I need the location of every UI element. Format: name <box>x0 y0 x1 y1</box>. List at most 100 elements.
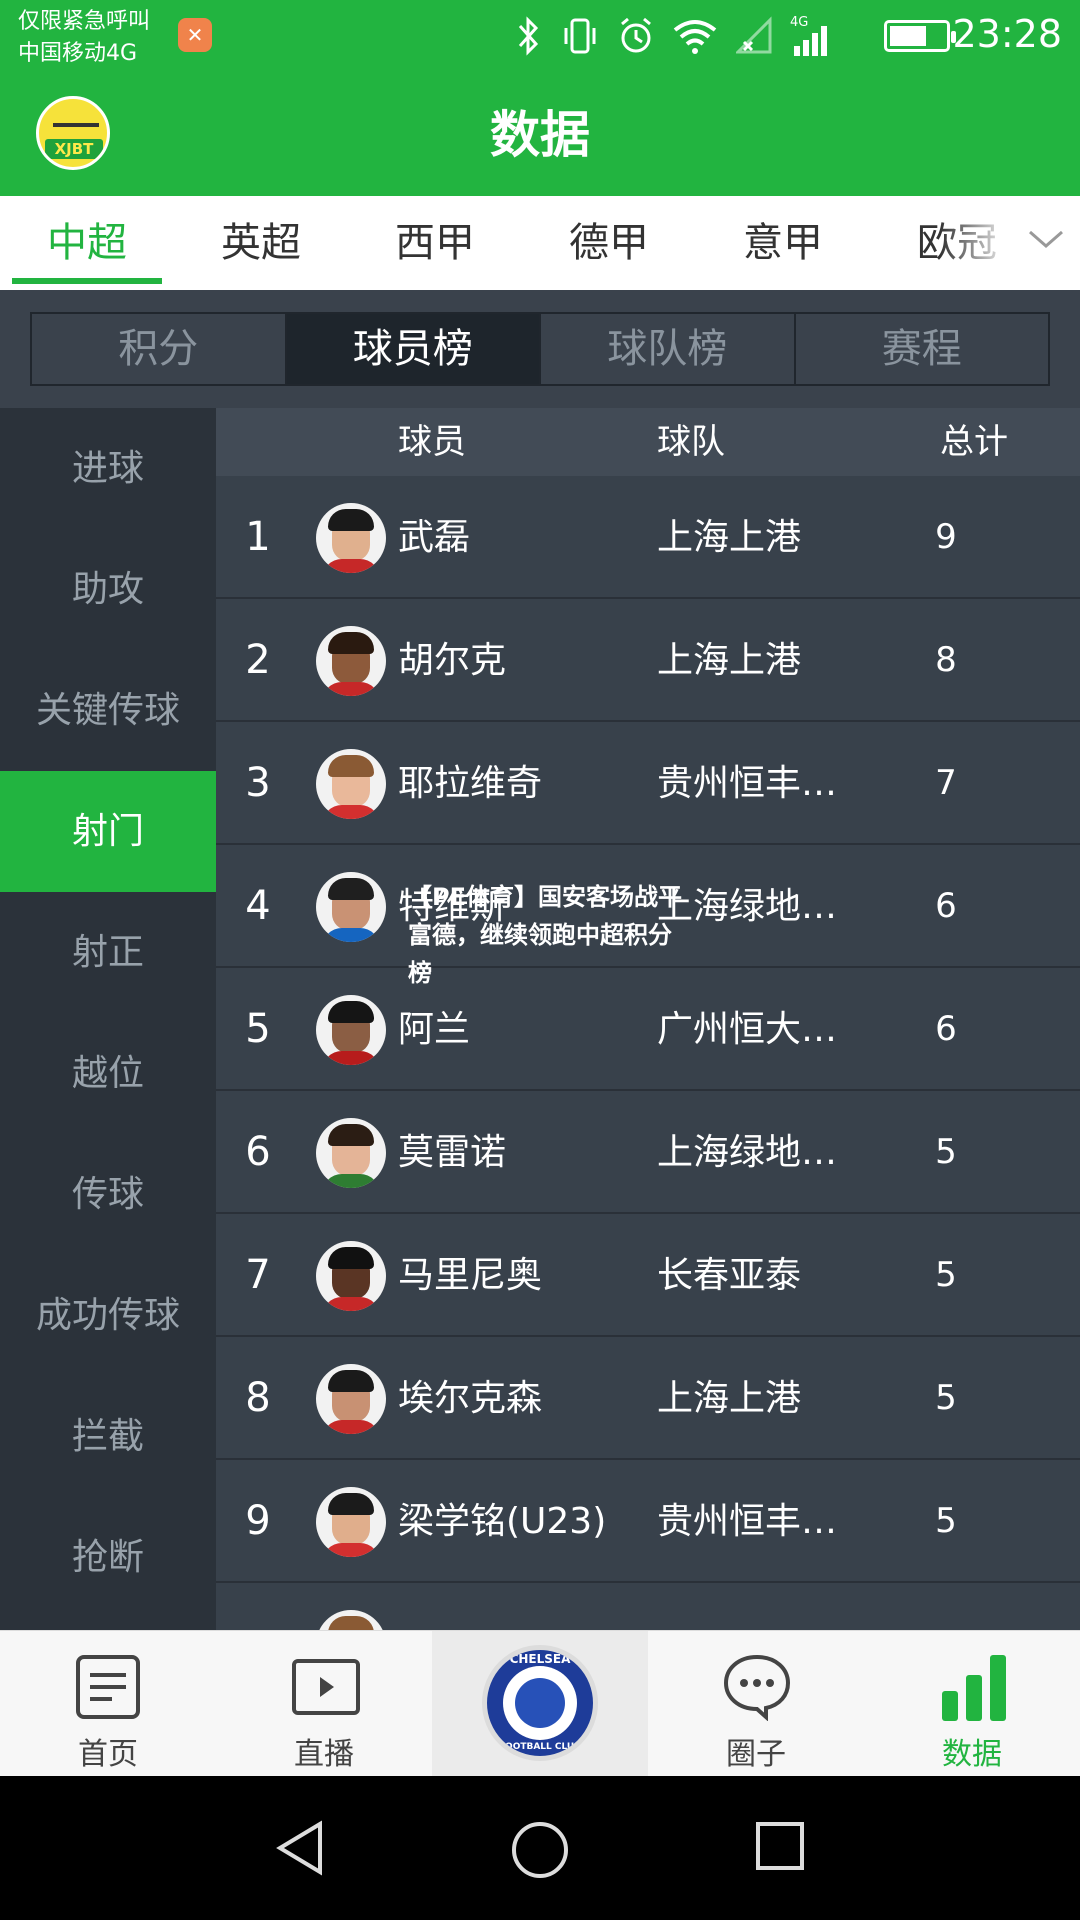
category-interceptions[interactable]: 拦截 <box>0 1376 216 1497</box>
segment-player-ranking[interactable]: 球员榜 <box>286 314 541 384</box>
category-offsides[interactable]: 越位 <box>0 1013 216 1134</box>
carrier-line-2: 中国移动4G <box>18 41 138 66</box>
category-tackles[interactable]: 抢断 <box>0 1497 216 1618</box>
home-icon <box>76 1655 140 1719</box>
player-name: 埃尔克森 <box>398 1378 543 1419</box>
player-total: 6 <box>935 886 957 926</box>
header-player: 球员 <box>398 422 466 462</box>
back-icon[interactable] <box>272 1820 328 1876</box>
category-shots[interactable]: 射门 <box>0 771 216 892</box>
player-name: 胡尔克 <box>398 640 507 681</box>
league-tabs: 中超 英超 西甲 德甲 意甲 欧冠 <box>0 196 1080 290</box>
nav-circle[interactable]: 圈子 <box>648 1631 864 1777</box>
row-rank: 5 <box>245 1006 271 1052</box>
player-total: 8 <box>935 640 957 680</box>
table-row[interactable]: 1 武磊 上海上港 9 <box>216 476 1080 599</box>
table-row[interactable]: 8 埃尔克森 上海上港 5 <box>216 1337 1080 1460</box>
player-team: 长春亚泰 <box>657 1255 802 1296</box>
nav-live[interactable]: 直播 <box>216 1631 432 1777</box>
player-name: 武磊 <box>398 517 471 558</box>
player-name: 梁学铭(U23) <box>398 1501 607 1542</box>
row-rank: 3 <box>245 760 271 806</box>
status-time: 23:28 <box>952 12 1062 56</box>
table-row[interactable]: 2 胡尔克 上海上港 8 <box>216 599 1080 722</box>
recent-apps-icon[interactable] <box>754 1820 806 1872</box>
nav-home-label: 首页 <box>78 1737 138 1772</box>
player-avatar <box>316 1610 386 1630</box>
vibrate-icon <box>564 18 596 54</box>
table-row[interactable]: 3 耶拉维奇 贵州恒丰… 7 <box>216 722 1080 845</box>
nav-team-logo[interactable]: CHELSEA FOOTBALL CLUB <box>432 1631 648 1777</box>
category-passes[interactable]: 传球 <box>0 1134 216 1255</box>
player-avatar <box>316 1241 386 1311</box>
no-signal-icon <box>736 16 772 54</box>
tab-bundesliga[interactable]: 德甲 <box>534 196 684 290</box>
player-total: 7 <box>935 763 957 803</box>
category-successful-passes[interactable]: 成功传球 <box>0 1255 216 1376</box>
tab-premier-league[interactable]: 英超 <box>186 196 336 290</box>
category-key-passes[interactable]: 关键传球 <box>0 650 216 771</box>
crest-top-text: CHELSEA <box>509 1652 571 1666</box>
category-assists[interactable]: 助攻 <box>0 529 216 650</box>
tabs-fade <box>940 196 1030 290</box>
app-icon: ✕ <box>178 18 212 52</box>
category-goals[interactable]: 进球 <box>0 408 216 529</box>
bar-chart-icon <box>942 1655 1006 1721</box>
player-name: 耶拉维奇 <box>398 763 543 804</box>
wifi-icon <box>673 20 717 54</box>
ranking-type-bar: 积分 球员榜 球队榜 赛程 <box>0 290 1080 408</box>
system-nav-bar <box>0 1776 1080 1920</box>
table-row[interactable] <box>216 1583 1080 1630</box>
tab-csl[interactable]: 中超 <box>12 196 162 290</box>
player-avatar <box>316 1487 386 1557</box>
app-header: 仅限紧急呼叫 中国移动4G ✕ 4G 23:28 XJBT 数据 <box>0 0 1080 196</box>
crest-bottom-text: FOOTBALL CLUB <box>498 1742 582 1752</box>
row-rank: 6 <box>245 1129 271 1175</box>
table-row[interactable]: 7 马里尼奥 长春亚泰 5 <box>216 1214 1080 1337</box>
table-row[interactable]: 9 梁学铭(U23) 贵州恒丰… 5 <box>216 1460 1080 1583</box>
header-total: 总计 <box>940 422 1008 462</box>
player-total: 5 <box>935 1378 957 1418</box>
player-team: 上海上港 <box>657 517 802 558</box>
segment-schedule[interactable]: 赛程 <box>796 314 1049 384</box>
player-team: 贵州恒丰… <box>657 763 838 804</box>
player-total: 6 <box>935 1009 957 1049</box>
bottom-nav: 首页 直播 CHELSEA FOOTBALL CLUB 圈子 数据 <box>0 1630 1080 1777</box>
player-team: 上海绿地… <box>657 1132 838 1173</box>
player-total: 5 <box>935 1255 957 1295</box>
table-row[interactable]: 6 莫雷诺 上海绿地… 5 <box>216 1091 1080 1214</box>
segment-standings[interactable]: 积分 <box>32 314 287 384</box>
nav-data[interactable]: 数据 <box>864 1631 1080 1777</box>
play-icon <box>292 1659 360 1715</box>
status-bar: 仅限紧急呼叫 中国移动4G ✕ 4G 23:28 <box>0 0 1080 76</box>
row-rank: 1 <box>245 514 271 560</box>
signal-icon: 4G <box>790 15 827 56</box>
row-rank: 8 <box>245 1375 271 1421</box>
player-avatar <box>316 872 386 942</box>
row-rank: 7 <box>245 1252 271 1298</box>
page-title: 数据 <box>490 106 590 164</box>
battery-charging-icon <box>884 20 956 52</box>
tab-la-liga[interactable]: 西甲 <box>360 196 510 290</box>
player-ranking-table: 球员 球队 总计 1 武磊 上海上港 9 2 胡尔克 上海上港 8 3 耶拉维奇… <box>216 408 1080 1630</box>
player-total: 9 <box>935 517 957 557</box>
player-total: 5 <box>935 1501 957 1541</box>
player-name: 莫雷诺 <box>398 1132 507 1173</box>
segment-control: 积分 球员榜 球队榜 赛程 <box>30 312 1050 386</box>
tab-serie-a[interactable]: 意甲 <box>708 196 858 290</box>
stat-category-menu: 进球 助攻 关键传球 射门 射正 越位 传球 成功传球 拦截 抢断 <box>0 408 216 1630</box>
player-avatar <box>316 503 386 573</box>
nav-live-label: 直播 <box>294 1737 354 1772</box>
segment-team-ranking[interactable]: 球队榜 <box>541 314 796 384</box>
carrier-line-1: 仅限紧急呼叫 <box>18 9 151 34</box>
category-shots-on-target[interactable]: 射正 <box>0 892 216 1013</box>
status-icons: 4G <box>516 14 830 58</box>
nav-home[interactable]: 首页 <box>0 1631 216 1777</box>
nav-circle-label: 圈子 <box>726 1737 786 1772</box>
player-avatar <box>316 749 386 819</box>
player-avatar <box>316 626 386 696</box>
player-team: 贵州恒丰… <box>657 1501 838 1542</box>
chelsea-crest-icon: CHELSEA FOOTBALL CLUB <box>482 1645 598 1761</box>
chevron-down-icon[interactable] <box>1026 224 1066 254</box>
home-circle-icon[interactable] <box>510 1820 570 1880</box>
